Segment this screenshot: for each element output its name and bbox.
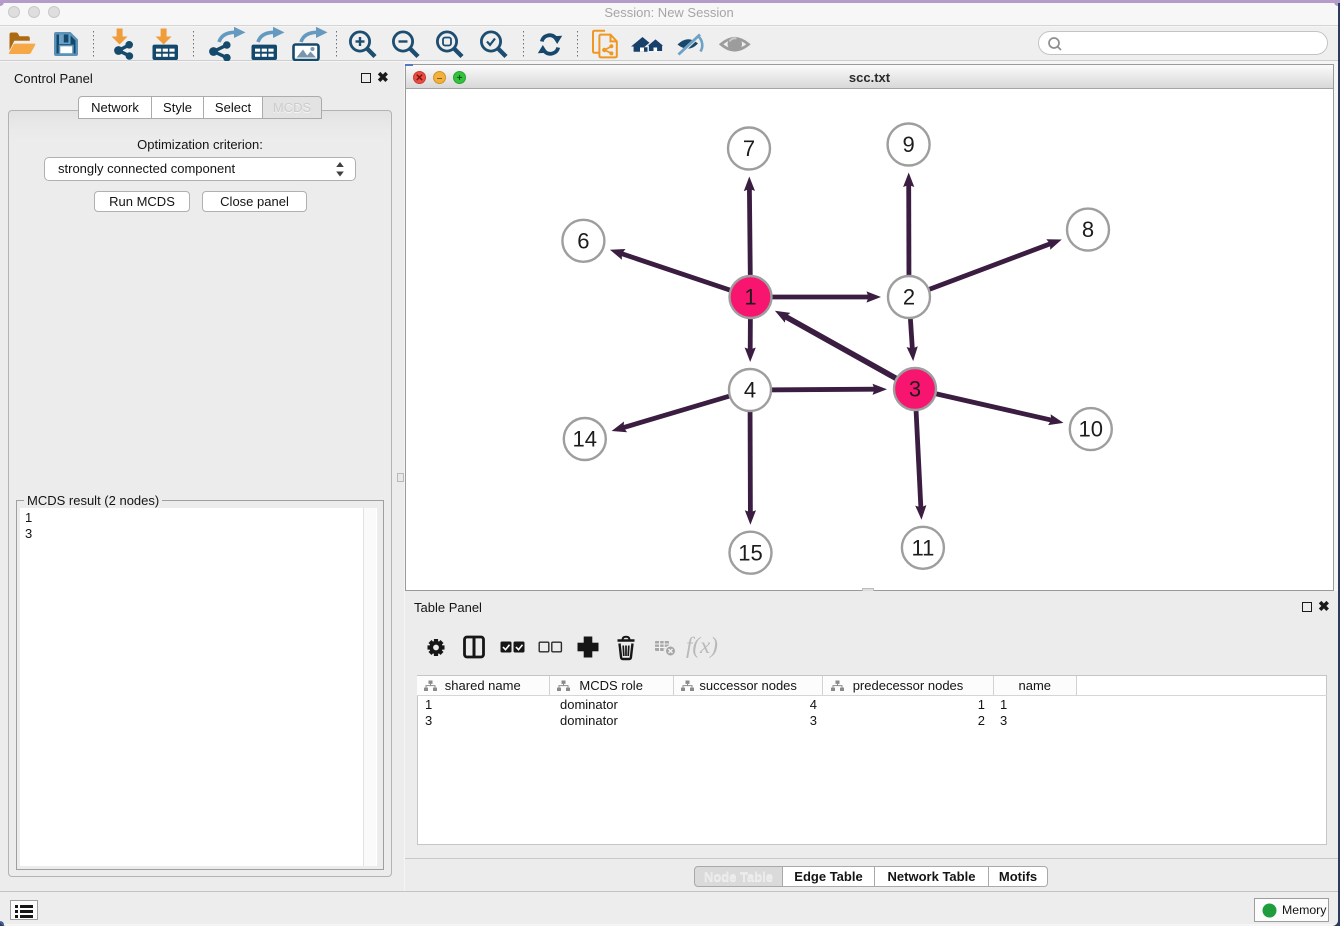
svg-text:7: 7 xyxy=(743,136,755,161)
svg-text:15: 15 xyxy=(738,540,762,565)
svg-text:4: 4 xyxy=(744,378,756,403)
svg-text:14: 14 xyxy=(573,427,597,452)
svg-text:1: 1 xyxy=(744,285,756,310)
svg-text:8: 8 xyxy=(1082,217,1094,242)
svg-text:3: 3 xyxy=(909,377,921,402)
svg-text:9: 9 xyxy=(902,132,914,157)
svg-text:10: 10 xyxy=(1079,417,1103,442)
svg-text:11: 11 xyxy=(911,535,934,560)
svg-text:2: 2 xyxy=(903,285,915,310)
svg-text:f(x): f(x) xyxy=(686,633,718,658)
svg-text:6: 6 xyxy=(577,228,589,253)
